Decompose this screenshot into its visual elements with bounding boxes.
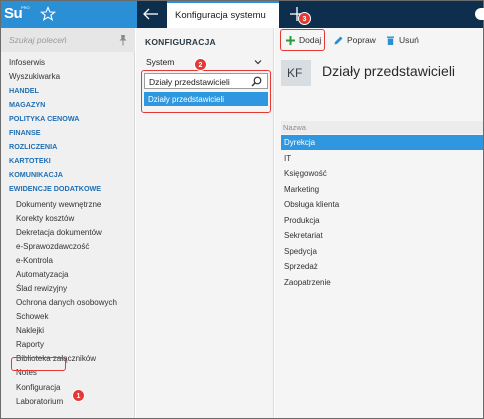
star-icon[interactable] [40,6,56,22]
sidebar-item-wyszukiwarka[interactable]: Wyszukiwarka [9,72,60,81]
table-cell-nazwa: Produkcja [284,215,320,225]
table-row[interactable]: IT [281,151,483,166]
column-header-nazwa[interactable]: Nazwa [281,121,483,134]
sidebar-item-raporty[interactable]: Raporty [16,340,44,349]
sidebar-item-rozliczenia[interactable]: ROZLICZENIA [9,142,57,151]
module-badge: KF [281,60,311,86]
column-header-label: Nazwa [283,123,306,132]
back-arrow-icon[interactable] [142,6,160,22]
logo-text: Su [4,5,23,22]
table-row[interactable]: Księgowość [281,166,483,181]
tab-konfiguracja-systemu[interactable]: Konfiguracja systemu [167,1,279,28]
highlight-frame [141,70,271,113]
command-search-placeholder: Szukaj poleceń [9,35,67,45]
toolbar: Dodaj Popraw Usuń [275,28,483,53]
callout-badge: 1 [72,389,85,402]
chevron-down-icon [254,60,262,65]
sidebar-item-magazyn[interactable]: MAGAZYN [9,100,45,109]
sidebar-item-handel[interactable]: HANDEL [9,86,39,95]
sidebar-item-komunikacja[interactable]: KOMUNIKACJA [9,170,63,179]
table-cell-nazwa: Sprzedaż [284,262,318,271]
module-badge-text: KF [287,66,303,80]
sidebar-item-naklejki[interactable]: Naklejki [16,326,44,335]
sidebar-item-korekty-kosztow[interactable]: Korekty kosztów [16,214,74,223]
logo-subtext: PRO [21,5,30,10]
sidebar-item-infoserwis[interactable]: Infoserwis [9,58,45,67]
pencil-icon [334,36,343,45]
sidebar-item-dekretacja-dokumentow[interactable]: Dekretacja dokumentów [16,228,102,237]
sidebar-item-konfiguracja[interactable]: Konfiguracja [16,383,60,392]
sidebar-item-e-sprawozdawczosc[interactable]: e-Sprawozdawczość [16,242,89,251]
main-content: Dodaj Popraw Usuń KF Działy przedstawici… [275,28,483,418]
table-cell-nazwa: Dyrekcja [284,138,316,147]
table-row[interactable]: Sprzedaż [281,259,483,274]
table-row[interactable]: Obsługa klienta [281,197,483,212]
table-cell-nazwa: Spedycja [284,246,317,256]
sidebar-item-slad-rewizyjny[interactable]: Ślad rewizyjny [16,284,67,293]
sidebar-item-ochrona-danych-osobowych[interactable]: Ochrona danych osobowych [16,298,117,307]
sidebar-item-e-kontrola[interactable]: e-Kontrola [16,256,53,265]
edit-button[interactable]: Popraw [333,34,377,48]
sidebar-item-kartoteki[interactable]: KARTOTEKI [9,156,51,165]
table-cell-nazwa: Obsługa klienta [284,200,340,209]
highlight-frame [280,29,325,51]
table-cell-nazwa: Marketing [284,184,320,194]
edit-button-label: Popraw [347,35,376,45]
tab-label: Konfiguracja systemu [175,10,266,21]
top-bar: Su PRO Konfiguracja systemu [1,1,484,28]
app-logo[interactable]: Su PRO [4,2,31,27]
delete-button-label: Usuń [399,35,419,45]
sidebar-item-dokumenty-wewnetrzne[interactable]: Dokumenty wewnętrzne [16,200,101,209]
trash-icon [387,36,394,45]
command-search[interactable]: Szukaj poleceń [1,28,135,52]
table-row[interactable]: Spedycja [281,244,483,259]
callout-badge: 2 [194,58,207,71]
table-cell-nazwa: IT [284,153,292,163]
callout-badge: 3 [298,12,311,25]
delete-button[interactable]: Usuń [385,34,421,48]
highlight-frame [11,357,66,371]
table-cell-nazwa: Sekretariat [284,231,323,240]
table-row[interactable]: Sekretariat [281,228,483,243]
sidebar-item-schowek[interactable]: Schowek [16,312,48,321]
config-scope-value: System [146,57,175,67]
table-row[interactable]: Zaopatrzenie [281,275,483,290]
pin-icon[interactable] [118,34,128,46]
sidebar-item-polityka-cenowa[interactable]: POLITYKA CENOWA [9,114,79,123]
config-panel: KONFIGURACJA System Działy przedstawicie… [136,28,274,418]
table-cell-nazwa: Księgowość [284,169,327,178]
sidebar-item-laboratorium[interactable]: Laboratorium [16,397,63,406]
table-row[interactable]: Produkcja [281,213,483,228]
sidebar-item-ewidencje-dodatkowe[interactable]: EWIDENCJE DODATKOWE [9,184,101,193]
sidebar-item-finanse[interactable]: FINANSE [9,128,41,137]
config-panel-title: KONFIGURACJA [145,37,216,47]
table-cell-nazwa: Zaopatrzenie [284,277,331,287]
page-title: Działy przedstawicieli [322,63,456,79]
table-row[interactable]: Marketing [281,182,483,197]
window-control[interactable] [475,8,484,20]
sidebar-item-automatyzacja[interactable]: Automatyzacja [16,270,68,279]
table-row[interactable]: Dyrekcja [281,135,483,150]
